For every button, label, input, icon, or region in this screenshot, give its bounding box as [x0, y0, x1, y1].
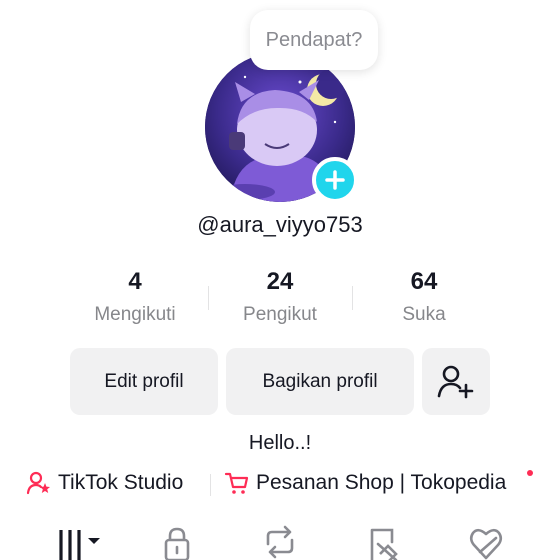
tab-reposts[interactable]	[262, 524, 298, 560]
username: @aura_viyyo753	[197, 212, 363, 237]
thought-bubble[interactable]: Pendapat?	[250, 10, 378, 70]
shop-orders-link[interactable]: Pesanan Shop | Tokopedia	[224, 470, 506, 496]
stat-followers[interactable]: 24 Pengikut	[205, 268, 355, 326]
repost-icon	[266, 525, 294, 559]
tab-saved[interactable]	[366, 524, 402, 560]
share-profile-label: Bagikan profil	[262, 370, 378, 392]
share-profile-button[interactable]: Bagikan profil	[226, 348, 414, 415]
profile-bio: Hello..!	[248, 432, 312, 454]
stat-following[interactable]: 4 Mengikuti	[60, 268, 210, 326]
stat-followers-label: Pengikut	[243, 304, 317, 325]
stat-likes-label: Suka	[402, 304, 446, 325]
add-friend-button[interactable]	[422, 348, 490, 415]
lock-icon	[164, 527, 190, 560]
creator-icon	[26, 471, 50, 495]
plus-icon	[325, 170, 345, 190]
stat-following-value: 4	[128, 268, 142, 295]
tiktok-studio-label: TikTok Studio	[58, 471, 184, 494]
shop-orders-label: Pesanan Shop | Tokopedia	[256, 471, 507, 494]
thought-bubble-text: Pendapat?	[265, 28, 363, 51]
add-avatar-button[interactable]	[312, 157, 358, 203]
notification-dot	[527, 470, 533, 476]
profile-links: TikTok Studio Pesanan Shop | Tokopedia	[0, 470, 560, 500]
stat-likes[interactable]: 64 Suka	[349, 268, 499, 326]
edit-profile-label: Edit profil	[104, 370, 184, 392]
stat-likes-value: 64	[410, 268, 438, 295]
links-divider	[210, 474, 211, 496]
stat-following-label: Mengikuti	[94, 304, 176, 325]
shopping-cart-icon	[224, 472, 249, 494]
add-user-icon	[437, 365, 474, 398]
liked-icon	[469, 528, 503, 560]
tab-liked[interactable]	[468, 524, 504, 560]
grid-icon	[59, 530, 100, 560]
saved-icon	[370, 528, 398, 560]
tab-private[interactable]	[159, 524, 195, 560]
stat-followers-value: 24	[266, 268, 294, 295]
tiktok-studio-link[interactable]: TikTok Studio	[26, 470, 183, 496]
edit-profile-button[interactable]: Edit profil	[70, 348, 218, 415]
content-tabs	[0, 524, 560, 560]
tab-videos[interactable]	[56, 524, 106, 560]
